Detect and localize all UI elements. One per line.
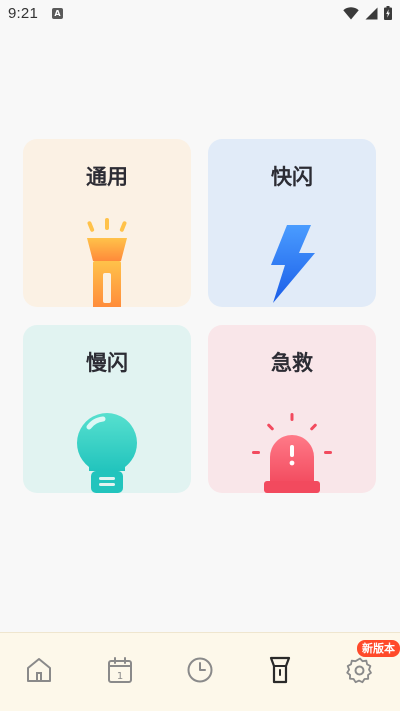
- status-icons: [343, 6, 392, 20]
- nav-calendar[interactable]: 1: [105, 655, 135, 685]
- flashlight-icon: [87, 218, 127, 307]
- home-icon: [27, 658, 51, 682]
- signal-icon: [365, 7, 378, 19]
- new-version-badge[interactable]: 新版本: [357, 640, 400, 657]
- status-bar: 9:21 A: [0, 0, 400, 26]
- notification-icon: A: [52, 7, 63, 19]
- mode-card-general[interactable]: 通用: [23, 139, 191, 307]
- flashlight-icon: [269, 656, 291, 684]
- mode-title-general: 通用: [86, 165, 128, 189]
- calendar-day: 1: [117, 671, 123, 682]
- battery-icon: [384, 6, 392, 20]
- nav-clock[interactable]: [185, 655, 215, 685]
- wifi-icon: [343, 6, 359, 19]
- mode-card-sos[interactable]: 急救: [208, 325, 376, 493]
- clock-icon: [187, 657, 213, 683]
- lightning-icon: [271, 225, 315, 303]
- gear-icon: [346, 657, 372, 684]
- mode-title-fast: 快闪: [271, 165, 313, 189]
- bulb-icon: [77, 413, 137, 493]
- nav-flashlight[interactable]: [265, 655, 295, 685]
- mode-card-slow[interactable]: 慢闪: [23, 325, 191, 493]
- nav-settings[interactable]: [345, 655, 375, 685]
- status-time: 9:21: [8, 4, 38, 22]
- calendar-icon: 1: [108, 657, 132, 683]
- nav-home[interactable]: [24, 655, 54, 685]
- siren-icon: [252, 413, 332, 493]
- mode-title-slow: 慢闪: [86, 351, 128, 375]
- mode-card-fast[interactable]: 快闪: [208, 139, 376, 307]
- bottom-nav: 1: [0, 632, 400, 711]
- mode-title-sos: 急救: [271, 351, 313, 375]
